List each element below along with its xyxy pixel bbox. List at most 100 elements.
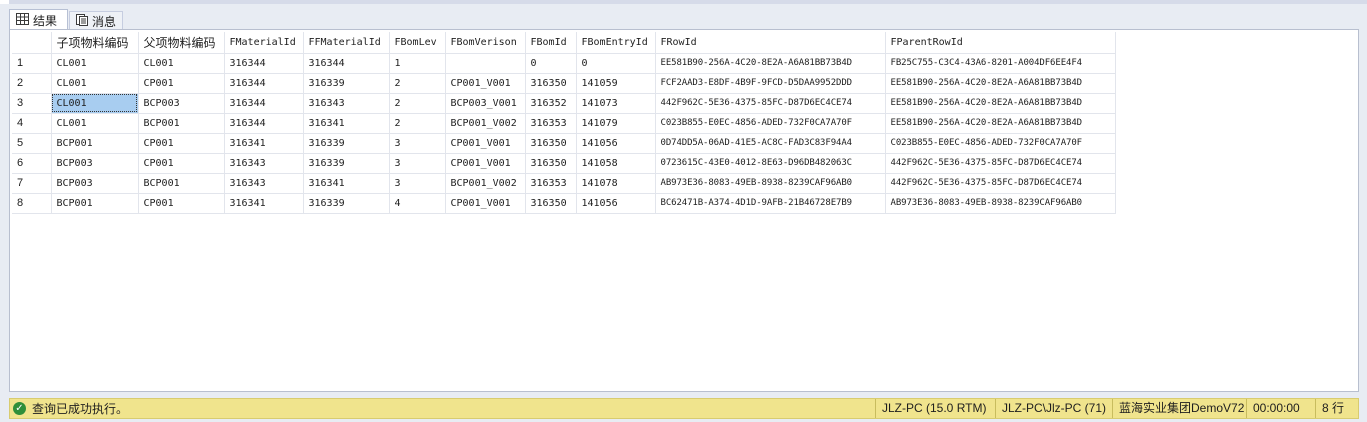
column-header[interactable]: FBomLev [389,32,446,54]
grid-cell[interactable]: 316344 [224,93,304,114]
grid-cell[interactable]: 316353 [525,173,577,194]
grid-cell[interactable]: BCP003 [138,93,225,114]
grid-cell[interactable]: CP001_V001 [445,153,526,174]
grid-cell[interactable]: BCP003 [51,153,139,174]
grid-cell[interactable]: BCP003 [51,173,139,194]
grid-cell[interactable]: BCP001 [138,113,225,134]
grid-cell[interactable]: 0 [525,53,577,74]
grid-cell[interactable]: 316350 [525,153,577,174]
grid-cell[interactable]: 141056 [576,133,656,154]
column-header[interactable]: FFMaterialId [303,32,390,54]
grid-cell[interactable]: CL001 [51,93,139,114]
grid-cell[interactable]: CL001 [51,53,139,74]
grid-cell[interactable]: 442F962C-5E36-4375-85FC-D87D6EC4CE74 [885,153,1116,174]
grid-cell[interactable]: EE581B90-256A-4C20-8E2A-A6A81BB73B4D [885,73,1116,94]
grid-cell[interactable]: 3 [389,173,446,194]
grid-cell[interactable]: 316344 [303,53,390,74]
grid-cell[interactable]: 316341 [224,193,304,214]
table-row[interactable]: 4 CL001 BCP001 316344 316341 2 BCP001_V002 3163… [12,113,1116,134]
grid-cell[interactable]: 3 [389,133,446,154]
column-header[interactable]: FBomEntryId [576,32,656,54]
tab-results[interactable]: 结果 [9,9,68,30]
row-number[interactable]: 8 [12,193,52,214]
grid-cell[interactable]: CP001_V001 [445,73,526,94]
row-number[interactable]: 4 [12,113,52,134]
grid-cell[interactable]: BCP003_V001 [445,93,526,114]
grid-cell[interactable]: CP001 [138,73,225,94]
tab-messages[interactable]: 消息 [69,11,123,30]
table-row[interactable]: 5 BCP001 CP001 316341 316339 3 CP001_V001 31635… [12,133,1116,154]
grid-cell[interactable]: 2 [389,73,446,94]
grid-cell[interactable]: 316341 [303,173,390,194]
grid-cell[interactable]: C023B855-E0EC-4856-ADED-732F0CA7A70F [655,113,886,134]
table-row[interactable]: 8 BCP001 CP001 316341 316339 4 CP001_V001 31635… [12,193,1116,214]
grid-cell[interactable]: BCP001 [51,133,139,154]
column-header[interactable]: FRowId [655,32,886,54]
grid-cell[interactable]: BCP001_V002 [445,173,526,194]
grid-cell[interactable]: 141079 [576,113,656,134]
table-row[interactable]: 6 BCP003 CP001 316343 316339 3 CP001_V001 31635… [12,153,1116,174]
grid-cell[interactable]: 316339 [303,193,390,214]
grid-cell[interactable]: BC62471B-A374-4D1D-9AFB-21B46728E7B9 [655,193,886,214]
grid-cell[interactable]: BCP001 [51,193,139,214]
grid-cell[interactable]: 141078 [576,173,656,194]
corner-cell[interactable] [12,32,52,54]
grid-cell[interactable]: FB25C755-C3C4-43A6-8201-A004DF6EE4F4 [885,53,1116,74]
column-header[interactable]: FMaterialId [224,32,304,54]
grid-cell[interactable]: 316341 [224,133,304,154]
column-header[interactable]: FBomId [525,32,577,54]
column-header[interactable]: FParentRowId [885,32,1116,54]
grid-cell[interactable]: 2 [389,113,446,134]
table-row[interactable]: 3 CL001 BCP003 316344 316343 2 BCP003_V001 3163… [12,93,1116,114]
grid-cell[interactable]: 316339 [303,133,390,154]
grid-cell[interactable]: 2 [389,93,446,114]
row-number[interactable]: 6 [12,153,52,174]
grid-cell[interactable]: AB973E36-8083-49EB-8938-8239CAF96AB0 [885,193,1116,214]
grid-cell[interactable]: 316353 [525,113,577,134]
grid-cell[interactable]: 316352 [525,93,577,114]
grid-cell[interactable]: 0D74DD5A-06AD-41E5-AC8C-FAD3C83F94A4 [655,133,886,154]
grid-cell[interactable]: 316344 [224,73,304,94]
grid-cell[interactable]: 1 [389,53,446,74]
grid-cell[interactable]: 316350 [525,133,577,154]
row-number[interactable]: 7 [12,173,52,194]
grid-cell[interactable]: CP001_V001 [445,193,526,214]
grid-cell[interactable]: CL001 [51,113,139,134]
row-number[interactable]: 1 [12,53,52,74]
grid-cell[interactable]: CL001 [138,53,225,74]
grid-cell[interactable]: 141059 [576,73,656,94]
grid-cell[interactable]: 316350 [525,193,577,214]
grid-cell[interactable]: 316343 [303,93,390,114]
grid-cell[interactable]: 316339 [303,153,390,174]
grid-cell[interactable]: CP001 [138,133,225,154]
grid-cell[interactable]: 316350 [525,73,577,94]
grid-cell[interactable]: AB973E36-8083-49EB-8938-8239CAF96AB0 [655,173,886,194]
grid-cell[interactable]: BCP001 [138,173,225,194]
grid-cell[interactable]: EE581B90-256A-4C20-8E2A-A6A81BB73B4D [655,53,886,74]
grid-cell[interactable]: 3 [389,153,446,174]
grid-cell[interactable]: 316339 [303,73,390,94]
grid-cell[interactable]: 0 [576,53,656,74]
row-number[interactable]: 2 [12,73,52,94]
grid-cell[interactable]: 141056 [576,193,656,214]
grid-cell[interactable]: 141073 [576,93,656,114]
grid-cell[interactable]: CP001_V001 [445,133,526,154]
grid-cell[interactable]: 442F962C-5E36-4375-85FC-D87D6EC4CE74 [655,93,886,114]
grid-cell[interactable]: CP001 [138,193,225,214]
grid-cell[interactable]: 442F962C-5E36-4375-85FC-D87D6EC4CE74 [885,173,1116,194]
grid-cell[interactable]: 141058 [576,153,656,174]
grid-cell[interactable]: EE581B90-256A-4C20-8E2A-A6A81BB73B4D [885,113,1116,134]
grid-cell[interactable]: FCF2AAD3-E8DF-4B9F-9FCD-D5DAA9952DDD [655,73,886,94]
table-row[interactable]: 1 CL001 CL001 316344 316344 1 0 0 EE581B90-256A-… [12,53,1116,74]
grid-cell[interactable]: 316343 [224,153,304,174]
results-grid[interactable]: 子项物料编码 父项物料编码 FMaterialId FFMaterialId F… [9,29,1359,392]
grid-cell[interactable]: 4 [389,193,446,214]
table-row[interactable]: 7 BCP003 BCP001 316343 316341 3 BCP001_V002 316… [12,173,1116,194]
grid-cell[interactable]: BCP001_V002 [445,113,526,134]
column-header[interactable]: 子项物料编码 [51,32,139,54]
row-number[interactable]: 5 [12,133,52,154]
column-header[interactable]: FBomVerison [445,32,526,54]
grid-cell[interactable]: CP001 [138,153,225,174]
grid-cell[interactable]: CL001 [51,73,139,94]
grid-cell[interactable]: 316343 [224,173,304,194]
